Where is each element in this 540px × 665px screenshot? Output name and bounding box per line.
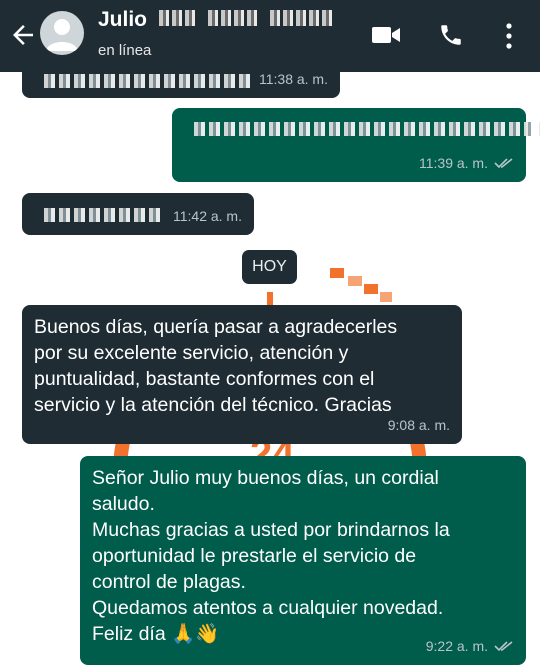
avatar-placeholder-icon (46, 19, 78, 51)
message-text: Buenos días, quería pasar a agradecerles… (34, 316, 398, 416)
video-call-icon[interactable] (371, 24, 401, 46)
message-time: 11:38 a. m. (258, 72, 328, 87)
message-meta: 9:08 a. m. (388, 412, 450, 438)
redacted-text (194, 122, 540, 136)
message-time: 9:22 a. m. (425, 638, 488, 654)
message-time: 11:42 a. m. (172, 208, 242, 224)
redacted-text (44, 208, 160, 222)
double-check-read-icon (494, 641, 513, 652)
incoming-message-redacted[interactable]: 11:42 a. m. (22, 193, 254, 235)
chat-area[interactable]: 24 11:38 a. m. 11:39 a. m. 11:42 a. m. H… (0, 72, 540, 665)
incoming-message-redacted[interactable]: 11:38 a. m. (22, 72, 340, 98)
outgoing-message-redacted[interactable]: 11:39 a. m. (172, 108, 540, 182)
chat-header: Julio en línea (0, 0, 540, 72)
outgoing-message[interactable]: Señor Julio muy buenos días, un cordial … (80, 456, 526, 665)
double-check-read-icon (494, 158, 513, 169)
message-meta: 11:42 a. m. (173, 203, 242, 229)
back-arrow-icon[interactable] (8, 20, 38, 50)
contact-status: en línea (98, 42, 152, 59)
avatar[interactable] (40, 11, 84, 55)
day-separator: HOY (242, 250, 297, 284)
message-text: Señor Julio muy buenos días, un cordial … (92, 467, 450, 645)
redacted-name-surname (158, 8, 335, 32)
contact-name[interactable]: Julio (98, 8, 335, 32)
redacted-text (44, 74, 250, 88)
more-options-icon[interactable] (503, 22, 515, 50)
message-meta: 11:39 a. m. (419, 150, 514, 176)
message-time: 11:39 a. m. (418, 155, 488, 171)
message-meta: 11:38 a. m. (259, 72, 328, 92)
incoming-message[interactable]: Buenos días, quería pasar a agradecerles… (22, 305, 462, 444)
message-meta: 9:22 a. m. (426, 633, 514, 659)
message-time: 9:08 a. m. (387, 417, 450, 433)
phone-call-icon[interactable] (438, 22, 464, 48)
